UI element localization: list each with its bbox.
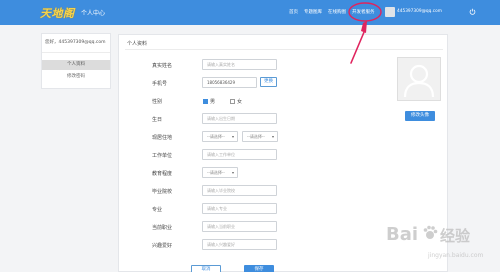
nav-link-gallery[interactable]: 专题图库 — [304, 9, 322, 15]
school-input[interactable]: 请输入毕业院校 — [202, 185, 277, 196]
watermark-jingyan: 经验 — [440, 227, 471, 245]
major-label: 专业 — [152, 207, 163, 213]
chevron-down-icon: ▾ — [271, 134, 274, 139]
birthday-label: 生日 — [152, 117, 163, 123]
gender-option-male[interactable]: 男 — [203, 98, 215, 105]
hobby-label: 兴趣爱好 — [152, 243, 173, 249]
site-title: 个人中心 — [81, 10, 106, 17]
city-select[interactable]: --请选择-- ▾ — [242, 131, 278, 142]
school-label: 毕业院校 — [152, 189, 173, 195]
company-input[interactable]: 请输入工作单位 — [202, 149, 277, 160]
education-select[interactable]: --请选择-- ▾ — [202, 167, 238, 178]
gender-option-female[interactable]: 女 — [230, 98, 242, 105]
user-greeting: 您好，445397309@qq.com — [45, 40, 106, 45]
watermark-url: jingyan.baidu.com — [428, 252, 484, 259]
sidebar-item-change-password[interactable]: 修改密码 — [42, 72, 110, 82]
save-button[interactable]: 保存 — [244, 265, 274, 272]
nav-link-buy[interactable]: 在线购图 — [328, 9, 346, 15]
company-label: 工作单位 — [152, 153, 173, 159]
real-name-input[interactable]: 请输入真实姓名 — [202, 59, 277, 70]
occupation-label: 当前职业 — [152, 225, 173, 231]
sidebar-item-profile[interactable]: 个人资料 — [42, 60, 110, 70]
education-select-value: --请选择-- — [207, 170, 225, 175]
nav-link-home[interactable]: 首页 — [289, 9, 298, 15]
province-select-value: --请选择-- — [207, 134, 225, 139]
site-logo[interactable]: 天地阁 — [40, 5, 75, 21]
major-input[interactable]: 请输入专业 — [202, 203, 277, 214]
city-select-value: --请选择-- — [247, 134, 265, 139]
occupation-input[interactable]: 请输入当前职业 — [202, 221, 277, 232]
phone-input[interactable]: 18056836429 — [202, 77, 257, 88]
hobby-input[interactable]: 请输入兴趣爱好 — [202, 239, 277, 250]
account-sidebar: 您好，445397309@qq.com 个人资料 修改密码 — [41, 33, 111, 89]
watermark-brand: Bai — [386, 224, 419, 245]
user-avatar[interactable] — [385, 7, 395, 17]
residence-label: 现居住地 — [152, 135, 173, 141]
avatar-photo — [397, 57, 441, 101]
education-label: 教育程度 — [152, 171, 173, 177]
change-phone-button[interactable]: 更换 — [260, 77, 277, 87]
power-icon[interactable] — [469, 8, 476, 15]
nav-link-developer[interactable]: 开发者服务 — [352, 9, 375, 15]
user-email[interactable]: 445397309@qq.com — [397, 9, 442, 14]
phone-label: 手机号 — [152, 81, 168, 87]
user-silhouette-icon — [403, 64, 435, 98]
chevron-down-icon: ▾ — [231, 170, 234, 175]
checkbox-checked-icon[interactable] — [203, 99, 208, 104]
gender-male-label: 男 — [210, 99, 216, 105]
checkbox-empty-icon[interactable] — [230, 99, 235, 104]
cancel-button[interactable]: 取消 — [191, 265, 221, 272]
change-avatar-button[interactable]: 修改头像 — [405, 111, 435, 121]
province-select[interactable]: --请选择-- ▾ — [202, 131, 238, 142]
top-navigation-bar: 天地阁 个人中心 首页 专题图库 在线购图 开发者服务 445397309@qq… — [0, 0, 500, 25]
gender-female-label: 女 — [237, 99, 243, 105]
baidu-watermark: Bai 经验 jingyan.baidu.com — [386, 222, 498, 268]
chevron-down-icon: ▾ — [231, 134, 234, 139]
birthday-input[interactable]: 请输入出生日期 — [202, 113, 277, 124]
sidebar-divider — [42, 52, 110, 53]
gender-label: 性别 — [152, 99, 163, 105]
real-name-label: 真实姓名 — [152, 63, 173, 69]
panel-title: 个人资料 — [127, 41, 148, 47]
paw-icon — [423, 225, 438, 239]
panel-divider — [125, 49, 443, 50]
